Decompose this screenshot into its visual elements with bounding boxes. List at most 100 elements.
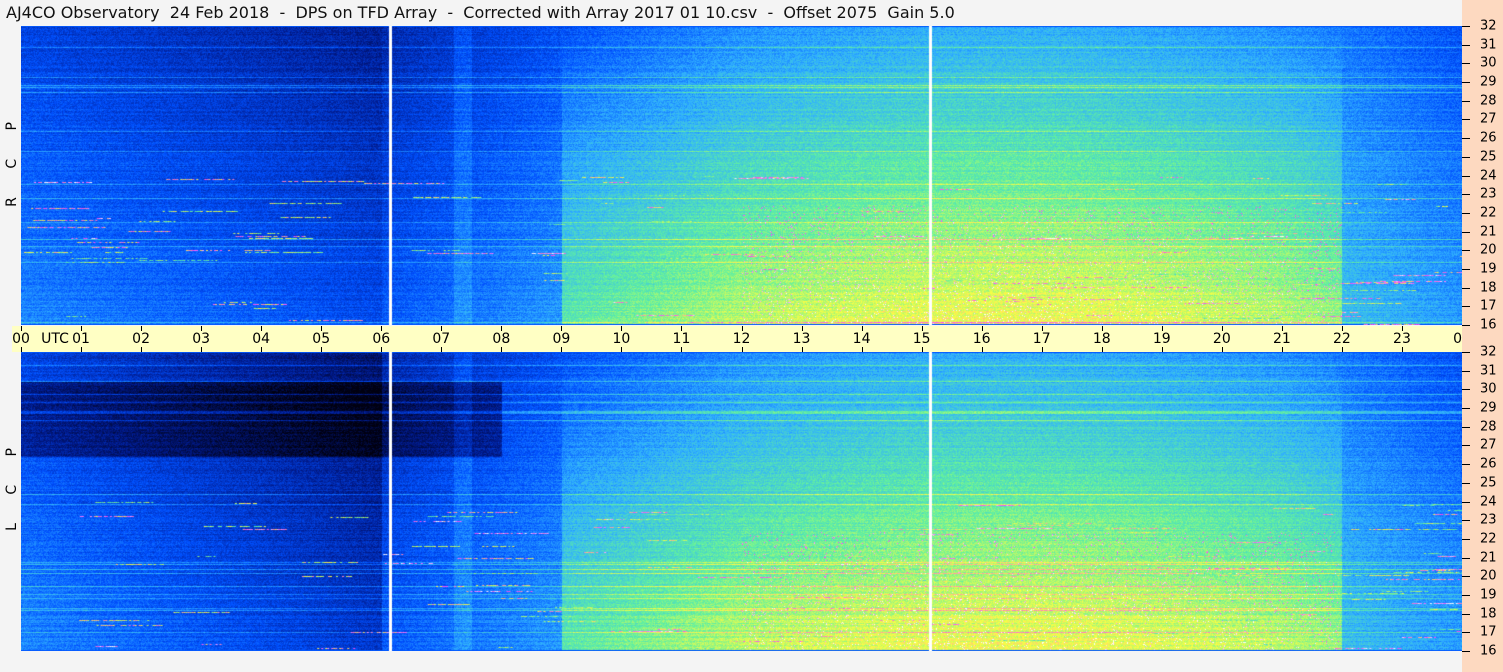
x-tick-label: 18 (1092, 331, 1111, 347)
x-tick-label: 15 (912, 331, 931, 347)
x-tick (81, 326, 83, 331)
x-tick-label: 00 (12, 331, 30, 347)
y-tick-label: 17 (1480, 624, 1497, 640)
y-tick-label: 17 (1480, 298, 1497, 314)
x-tick (21, 326, 22, 331)
x-tick (141, 326, 143, 331)
y-tick (1462, 557, 1470, 559)
y-tick (1462, 63, 1470, 65)
y-tick (1462, 594, 1470, 596)
y-tick-label: 21 (1480, 550, 1497, 566)
y-tick-label: 32 (1480, 18, 1497, 34)
x-tick-label: 04 (252, 331, 271, 347)
y-tick (1462, 100, 1470, 102)
x-tick-label: 10 (612, 331, 631, 347)
x-tick (261, 326, 263, 331)
y-tick-label: 19 (1480, 261, 1497, 277)
y-tick (1462, 501, 1470, 503)
y-tick-label: 24 (1480, 168, 1497, 183)
y-tick-label: 22 (1480, 531, 1497, 547)
y-tick (1462, 408, 1470, 410)
x-tick-label: 03 (192, 331, 211, 347)
x-tick (861, 326, 863, 331)
y-tick-label: 24 (1480, 494, 1497, 509)
x-tick-label: 12 (732, 331, 751, 347)
y-tick-label: 30 (1480, 381, 1497, 397)
y-tick (1462, 26, 1470, 27)
y-tick (1462, 576, 1470, 578)
x-tick (681, 326, 683, 331)
x-tick (1401, 326, 1403, 331)
lcp-spectrogram-panel (21, 352, 1462, 651)
y-tick (1462, 287, 1470, 289)
y-tick-label: 28 (1480, 93, 1497, 109)
y-tick (1462, 370, 1470, 372)
x-tick (441, 326, 443, 331)
y-tick-label: 26 (1480, 130, 1497, 146)
y-tick-label: 16 (1480, 643, 1497, 659)
y-tick (1462, 212, 1470, 214)
x-tick-label: 05 (312, 331, 331, 347)
y-tick (1462, 268, 1470, 270)
y-tick (1462, 352, 1470, 353)
y-tick (1462, 250, 1470, 252)
x-tick-label: 17 (1032, 331, 1051, 347)
y-tick (1462, 445, 1470, 447)
y-tick (1462, 306, 1470, 308)
x-tick-label: 07 (432, 331, 451, 347)
lcp-label: L C P (4, 436, 20, 531)
y-tick-label: 31 (1480, 363, 1497, 379)
x-tick-label: 02 (132, 331, 150, 347)
x-tick-label: 14 (852, 331, 871, 347)
x-tick-label: 08 (492, 331, 511, 347)
x-tick (1221, 326, 1223, 331)
y-tick (1462, 482, 1470, 484)
x-tick (321, 326, 323, 331)
y-tick (1462, 520, 1470, 522)
x-tick-label: 19 (1152, 331, 1171, 347)
y-tick-label: 23 (1480, 186, 1497, 202)
y-tick (1462, 44, 1470, 46)
y-tick (1462, 231, 1470, 233)
y-tick-label: 28 (1480, 419, 1497, 435)
y-tick (1462, 138, 1470, 140)
y-tick-label: 19 (1480, 587, 1497, 603)
y-tick-label: 30 (1480, 55, 1497, 71)
y-tick (1462, 389, 1470, 391)
y-tick-label: 25 (1480, 149, 1497, 165)
x-tick (1341, 326, 1343, 331)
time-axis: 00 UTC 01 02 03 04 05 06 07 08 09 10 11 12 13 14 15 16 17 1… (12, 326, 1499, 352)
x-tick-label: 01 (72, 331, 90, 347)
y-tick (1462, 426, 1470, 428)
y-tick (1462, 325, 1470, 326)
y-tick-label: 20 (1480, 242, 1497, 258)
y-tick (1462, 156, 1470, 158)
y-tick-label: 27 (1480, 111, 1497, 127)
y-tick-label: 20 (1480, 568, 1497, 584)
x-tick (381, 326, 383, 331)
x-tick-label: 22 (1332, 331, 1351, 347)
y-tick-label: 18 (1480, 606, 1497, 622)
x-unit-label: UTC (41, 331, 69, 347)
x-tick-label: 16 (972, 331, 991, 347)
y-tick-label: 25 (1480, 475, 1497, 491)
y-tick (1462, 464, 1470, 466)
y-tick-label: 32 (1480, 344, 1497, 360)
y-tick-label: 27 (1480, 437, 1497, 453)
x-tick-label: 09 (552, 331, 571, 347)
x-tick-label: 23 (1393, 331, 1411, 347)
x-tick-label: 06 (372, 331, 391, 347)
y-tick (1462, 538, 1470, 540)
y-tick (1462, 194, 1470, 196)
x-tick-label: 21 (1272, 331, 1291, 347)
y-tick-label: 18 (1480, 280, 1497, 296)
y-tick (1462, 119, 1470, 121)
spectrogram-window: AJ4CO Observatory 24 Feb 2018 - DPS on T… (0, 0, 1503, 672)
y-tick-label: 21 (1480, 224, 1497, 240)
x-tick (1101, 326, 1103, 331)
x-tick (801, 326, 803, 331)
y-tick-label: 26 (1480, 456, 1497, 472)
x-tick-label: 20 (1212, 331, 1231, 347)
y-tick-label: 29 (1480, 74, 1497, 90)
rcp-label: R C P (4, 110, 20, 207)
